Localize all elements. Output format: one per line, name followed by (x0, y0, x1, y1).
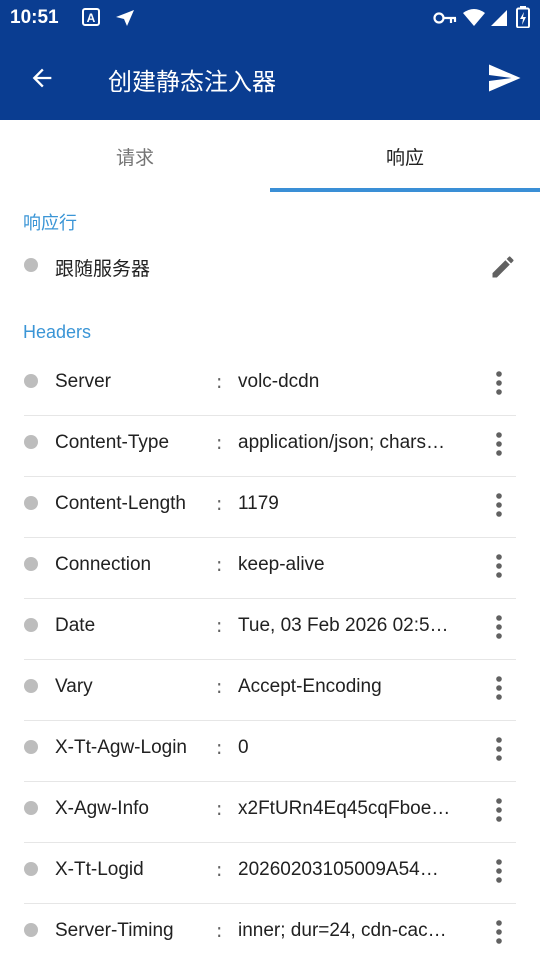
status-dot (24, 801, 38, 815)
header-row[interactable]: Server: volc-dcdn (0, 355, 540, 416)
header-value: inner; dur=24, cdn-cac… (238, 920, 447, 941)
header-separator: : (216, 676, 223, 698)
status-dot (24, 679, 38, 693)
header-separator: : (216, 798, 223, 820)
status-bar: 10:51 A (0, 0, 540, 36)
status-dot (24, 374, 38, 388)
response-line-header: 响应行 (23, 213, 77, 234)
more-vert-icon (496, 798, 502, 822)
tab-indicator (270, 188, 540, 192)
more-vert-icon (496, 859, 502, 883)
status-dot (24, 496, 38, 510)
more-options-button[interactable] (484, 424, 514, 464)
key-icon (433, 12, 457, 24)
header-row[interactable]: Content-Type: application/json; chars… (0, 416, 540, 477)
more-options-button[interactable] (484, 912, 514, 952)
header-row[interactable]: Vary: Accept-Encoding (0, 660, 540, 721)
header-row[interactable]: Content-Length:1179 (0, 477, 540, 538)
more-options-button[interactable] (484, 729, 514, 769)
header-row[interactable]: Server-Timing: inner; dur=24, cdn-cac… (0, 904, 540, 960)
more-vert-icon (496, 554, 502, 578)
header-separator: : (216, 371, 223, 393)
header-name: Server-Timing (55, 920, 174, 941)
header-value: application/json; chars… (238, 432, 445, 453)
header-value: 20260203105009A54… (238, 859, 439, 880)
response-line-value: 跟随服务器 (55, 258, 151, 280)
arrow-left-icon (32, 68, 52, 88)
battery-icon (516, 6, 530, 28)
header-name: Content-Type (55, 432, 170, 453)
more-options-button[interactable] (484, 546, 514, 586)
tab-bar: 请求 响应 (0, 120, 540, 192)
header-separator: : (216, 859, 223, 881)
status-dot (24, 740, 38, 754)
pencil-icon (492, 256, 514, 278)
status-dot (24, 435, 38, 449)
more-vert-icon (496, 371, 502, 395)
more-options-button[interactable] (484, 485, 514, 525)
status-dot (24, 557, 38, 571)
more-options-button[interactable] (484, 668, 514, 708)
header-row[interactable]: Connection: keep-alive (0, 538, 540, 599)
more-options-button[interactable] (484, 790, 514, 830)
header-row[interactable]: X-Tt-Agw-Login:0 (0, 721, 540, 782)
header-separator: : (216, 920, 223, 942)
header-name: X-Tt-Agw-Login (55, 737, 187, 758)
more-vert-icon (496, 920, 502, 944)
header-value: volc-dcdn (238, 371, 320, 392)
header-value: 1179 (238, 493, 279, 514)
header-name: Connection (55, 554, 152, 575)
more-options-button[interactable] (484, 851, 514, 891)
headers-section-header: Headers (23, 322, 92, 342)
more-vert-icon (496, 676, 502, 700)
more-options-button[interactable] (484, 607, 514, 647)
header-separator: : (216, 554, 223, 576)
tab-response[interactable]: 响应 (270, 120, 540, 192)
header-row[interactable]: X-Agw-Info: x2FtURn4Eq45cqFboe… (0, 782, 540, 843)
back-button[interactable] (18, 56, 66, 100)
header-name: Server (55, 371, 111, 392)
wifi-icon (463, 9, 485, 26)
status-dot (24, 258, 38, 272)
header-value: Tue, 03 Feb 2026 02:5… (238, 615, 449, 636)
header-value: keep-alive (238, 554, 325, 575)
app-bar: 创建静态注入器 (0, 36, 540, 120)
status-dot (24, 618, 38, 632)
more-vert-icon (496, 615, 502, 639)
plane-icon (116, 10, 134, 26)
page-title: 创建静态注入器 (108, 68, 276, 96)
header-name: Content-Length (55, 493, 186, 514)
svg-text:A: A (87, 11, 96, 25)
more-vert-icon (496, 432, 502, 456)
header-separator: : (216, 615, 223, 637)
header-name: Vary (55, 676, 93, 697)
header-separator: : (216, 432, 223, 454)
header-name: X-Agw-Info (55, 798, 149, 819)
a-badge-icon: A (82, 8, 100, 26)
header-value: 0 (238, 737, 249, 758)
send-icon (489, 64, 521, 92)
header-value: x2FtURn4Eq45cqFboe… (238, 798, 451, 819)
header-value: Accept-Encoding (238, 676, 382, 697)
status-time: 10:51 (10, 7, 59, 28)
more-options-button[interactable] (484, 363, 514, 403)
status-dot (24, 923, 38, 937)
more-vert-icon (496, 737, 502, 761)
header-separator: : (216, 737, 223, 759)
header-row[interactable]: X-Tt-Logid:20260203105009A54… (0, 843, 540, 904)
header-name: Date (55, 615, 96, 636)
response-line-row[interactable]: 跟随服务器 (0, 236, 540, 296)
send-button[interactable] (478, 54, 530, 102)
status-dot (24, 862, 38, 876)
edit-button[interactable] (484, 248, 522, 286)
header-name: X-Tt-Logid (55, 859, 144, 880)
header-separator: : (216, 493, 223, 515)
signal-icon (491, 10, 507, 26)
tab-request[interactable]: 请求 (0, 120, 270, 192)
header-row[interactable]: Date: Tue, 03 Feb 2026 02:5… (0, 599, 540, 660)
more-vert-icon (496, 493, 502, 517)
